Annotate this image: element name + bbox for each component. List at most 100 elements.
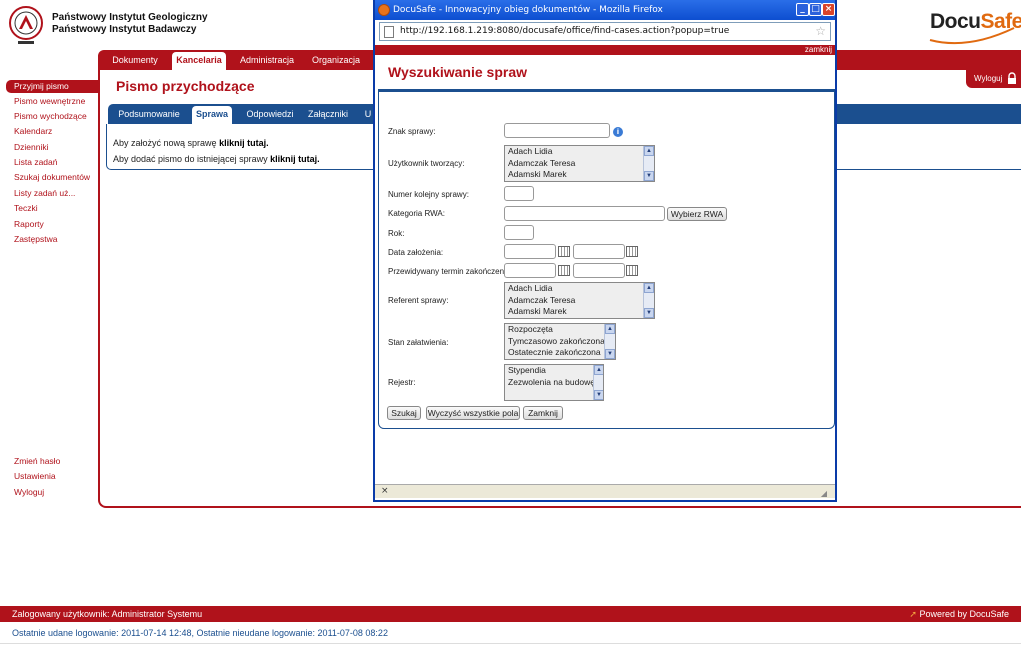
institute-logo bbox=[9, 6, 43, 44]
list-scrollbar[interactable]: ▲ ▼ bbox=[643, 283, 654, 318]
year-input[interactable] bbox=[504, 225, 534, 240]
register-list[interactable]: Stypendia Zezwolenia na budowę ▲ ▼ bbox=[504, 364, 604, 401]
institute-name: Państwowy Instytut Geologiczny Państwowy… bbox=[52, 12, 208, 36]
list-item[interactable]: Tymczasowo zakończona bbox=[505, 336, 615, 348]
sidebar-item-raporty[interactable]: Raporty bbox=[14, 219, 44, 229]
list-item[interactable]: Adamczak Teresa bbox=[505, 158, 654, 170]
arrow-icon: ➚ bbox=[909, 609, 917, 619]
label-stan: Stan załatwienia: bbox=[388, 338, 449, 347]
list-scrollbar[interactable]: ▲ ▼ bbox=[604, 324, 615, 359]
close-link[interactable]: zamknij bbox=[805, 45, 832, 55]
sidebar-item-przyjmij-pismo[interactable]: Przyjmij pismo bbox=[6, 80, 100, 93]
list-item[interactable]: Adamski Marek bbox=[505, 306, 654, 318]
sidebar-item-wyloguj[interactable]: Wyloguj bbox=[14, 487, 44, 497]
statusbar-close-icon[interactable]: × bbox=[381, 486, 389, 496]
search-button[interactable]: Szukaj bbox=[387, 406, 421, 420]
sidebar-item-dzienniki[interactable]: Dzienniki bbox=[14, 142, 49, 152]
institute-line2: Państwowy Instytut Badawczy bbox=[52, 24, 197, 35]
sidebar-item-teczki[interactable]: Teczki bbox=[14, 203, 38, 213]
existing-case-message: Aby dodać pismo do istniejącej sprawy kl… bbox=[113, 154, 320, 164]
referent-list[interactable]: Adach Lidia Adamczak Teresa Adamski Mare… bbox=[504, 282, 655, 319]
list-item[interactable]: Ostatecznie zakończona bbox=[505, 347, 615, 359]
page-title: Pismo przychodzące bbox=[116, 78, 255, 94]
case-number-input[interactable] bbox=[504, 123, 610, 138]
label-uzytkownik: Użytkownik tworzący: bbox=[388, 159, 465, 168]
existing-case-link[interactable]: kliknij tutaj. bbox=[270, 154, 320, 164]
maximize-icon[interactable]: □ bbox=[809, 3, 822, 16]
chevron-up-icon[interactable]: ▲ bbox=[605, 324, 615, 334]
chevron-down-icon[interactable]: ▼ bbox=[605, 349, 615, 359]
deadline-from-input[interactable] bbox=[504, 263, 556, 278]
search-form-panel bbox=[378, 91, 835, 429]
close-button[interactable]: Zamknij bbox=[523, 406, 563, 420]
close-icon[interactable]: × bbox=[822, 3, 835, 16]
chevron-down-icon[interactable]: ▼ bbox=[644, 308, 654, 318]
star-icon[interactable]: ☆ bbox=[815, 24, 826, 38]
list-item[interactable]: Adach Lidia bbox=[505, 283, 654, 295]
powered-by[interactable]: ➚ Powered by DocuSafe bbox=[909, 606, 1009, 622]
sidebar-item-zastepstwa[interactable]: Zastępstwa bbox=[14, 234, 57, 244]
footer-divider bbox=[0, 643, 1021, 644]
sub-tab-podsumowanie[interactable]: Podsumowanie bbox=[114, 106, 184, 124]
popup-titlebar[interactable]: DocuSafe - Innowacyjny obieg dokumentów … bbox=[375, 0, 835, 20]
choose-rwa-button[interactable]: Wybierz RWA bbox=[667, 207, 727, 221]
popup-window-title: DocuSafe - Innowacyjny obieg dokumentów … bbox=[393, 5, 663, 15]
chevron-down-icon[interactable]: ▼ bbox=[594, 390, 603, 400]
list-item[interactable]: Adamski Marek bbox=[505, 169, 654, 181]
resize-grip-icon[interactable]: ◢ bbox=[821, 487, 827, 500]
address-bar[interactable]: http://192.168.1.219:8080/docusafe/offic… bbox=[379, 22, 831, 41]
sidebar-item-szukaj-dokumentow[interactable]: Szukaj dokumentów bbox=[14, 172, 90, 182]
firefox-icon bbox=[378, 4, 390, 16]
list-item[interactable]: Zezwolenia na budowę bbox=[505, 377, 603, 389]
chevron-up-icon[interactable]: ▲ bbox=[644, 146, 654, 156]
popup-window: DocuSafe - Innowacyjny obieg dokumentów … bbox=[373, 0, 837, 502]
rwa-category-input[interactable] bbox=[504, 206, 665, 221]
list-item[interactable]: Adamczak Teresa bbox=[505, 295, 654, 307]
chevron-down-icon[interactable]: ▼ bbox=[644, 171, 654, 181]
docusafe-logo: DocuSafe bbox=[929, 10, 1021, 45]
chevron-up-icon[interactable]: ▲ bbox=[644, 283, 654, 293]
chevron-up-icon[interactable]: ▲ bbox=[594, 365, 603, 375]
label-data-zalozenia: Data założenia: bbox=[388, 248, 444, 257]
sidebar-item-kalendarz[interactable]: Kalendarz bbox=[14, 126, 52, 136]
label-numer-kolejny: Numer kolejny sprawy: bbox=[388, 190, 469, 199]
sidebar-item-pismo-wewnetrzne[interactable]: Pismo wewnętrzne bbox=[14, 96, 85, 106]
powered-by-label: Powered by DocuSafe bbox=[919, 609, 1009, 619]
label-referent: Referent sprawy: bbox=[388, 296, 449, 305]
sequence-number-input[interactable] bbox=[504, 186, 534, 201]
clear-all-button[interactable]: Wyczyść wszystkie pola bbox=[426, 406, 520, 420]
list-item[interactable]: Adach Lidia bbox=[505, 146, 654, 158]
created-from-input[interactable] bbox=[504, 244, 556, 259]
existing-case-text: Aby dodać pismo do istniejącej sprawy bbox=[113, 154, 271, 164]
list-item[interactable]: Stypendia bbox=[505, 365, 603, 377]
calendar-icon[interactable] bbox=[558, 265, 570, 276]
label-rok: Rok: bbox=[388, 229, 405, 238]
new-case-message: Aby założyć nową sprawę kliknij tutaj. bbox=[113, 138, 269, 148]
minimize-icon[interactable]: _ bbox=[796, 3, 809, 16]
created-to-input[interactable] bbox=[573, 244, 625, 259]
sidebar-item-pismo-wychodzace[interactable]: Pismo wychodzące bbox=[14, 111, 87, 121]
list-scrollbar[interactable]: ▲ ▼ bbox=[593, 365, 603, 400]
sub-tab-odpowiedzi[interactable]: Odpowiedzi bbox=[242, 106, 298, 124]
new-case-link[interactable]: kliknij tutaj. bbox=[219, 138, 269, 148]
sub-tab-zalaczniki[interactable]: Załączniki bbox=[306, 106, 350, 124]
deadline-to-input[interactable] bbox=[573, 263, 625, 278]
state-list[interactable]: Rozpoczęta Tymczasowo zakończona Ostatec… bbox=[504, 323, 616, 360]
page-icon bbox=[384, 26, 394, 38]
sub-tab-sprawa[interactable]: Sprawa bbox=[192, 106, 232, 124]
sidebar-item-listy-zadan-uz[interactable]: Listy zadań uż... bbox=[14, 188, 75, 198]
sidebar-item-ustawienia[interactable]: Ustawienia bbox=[14, 471, 56, 481]
sidebar-item-lista-zadan[interactable]: Lista zadań bbox=[14, 157, 57, 167]
list-scrollbar[interactable]: ▲ ▼ bbox=[643, 146, 654, 181]
sidebar-item-zmien-haslo[interactable]: Zmień hasło bbox=[14, 456, 60, 466]
creator-user-list[interactable]: Adach Lidia Adamczak Teresa Adamski Mare… bbox=[504, 145, 655, 182]
login-history: Ostatnie udane logowanie: 2011-07-14 12:… bbox=[12, 628, 388, 638]
label-kategoria-rwa: Kategoria RWA: bbox=[388, 209, 445, 218]
calendar-icon[interactable] bbox=[558, 246, 570, 257]
new-case-text: Aby założyć nową sprawę bbox=[113, 138, 220, 148]
list-item[interactable]: Rozpoczęta bbox=[505, 324, 615, 336]
info-icon[interactable]: i bbox=[613, 127, 623, 137]
popup-heading: Wyszukiwanie spraw bbox=[388, 64, 528, 80]
calendar-icon[interactable] bbox=[626, 246, 638, 257]
calendar-icon[interactable] bbox=[626, 265, 638, 276]
